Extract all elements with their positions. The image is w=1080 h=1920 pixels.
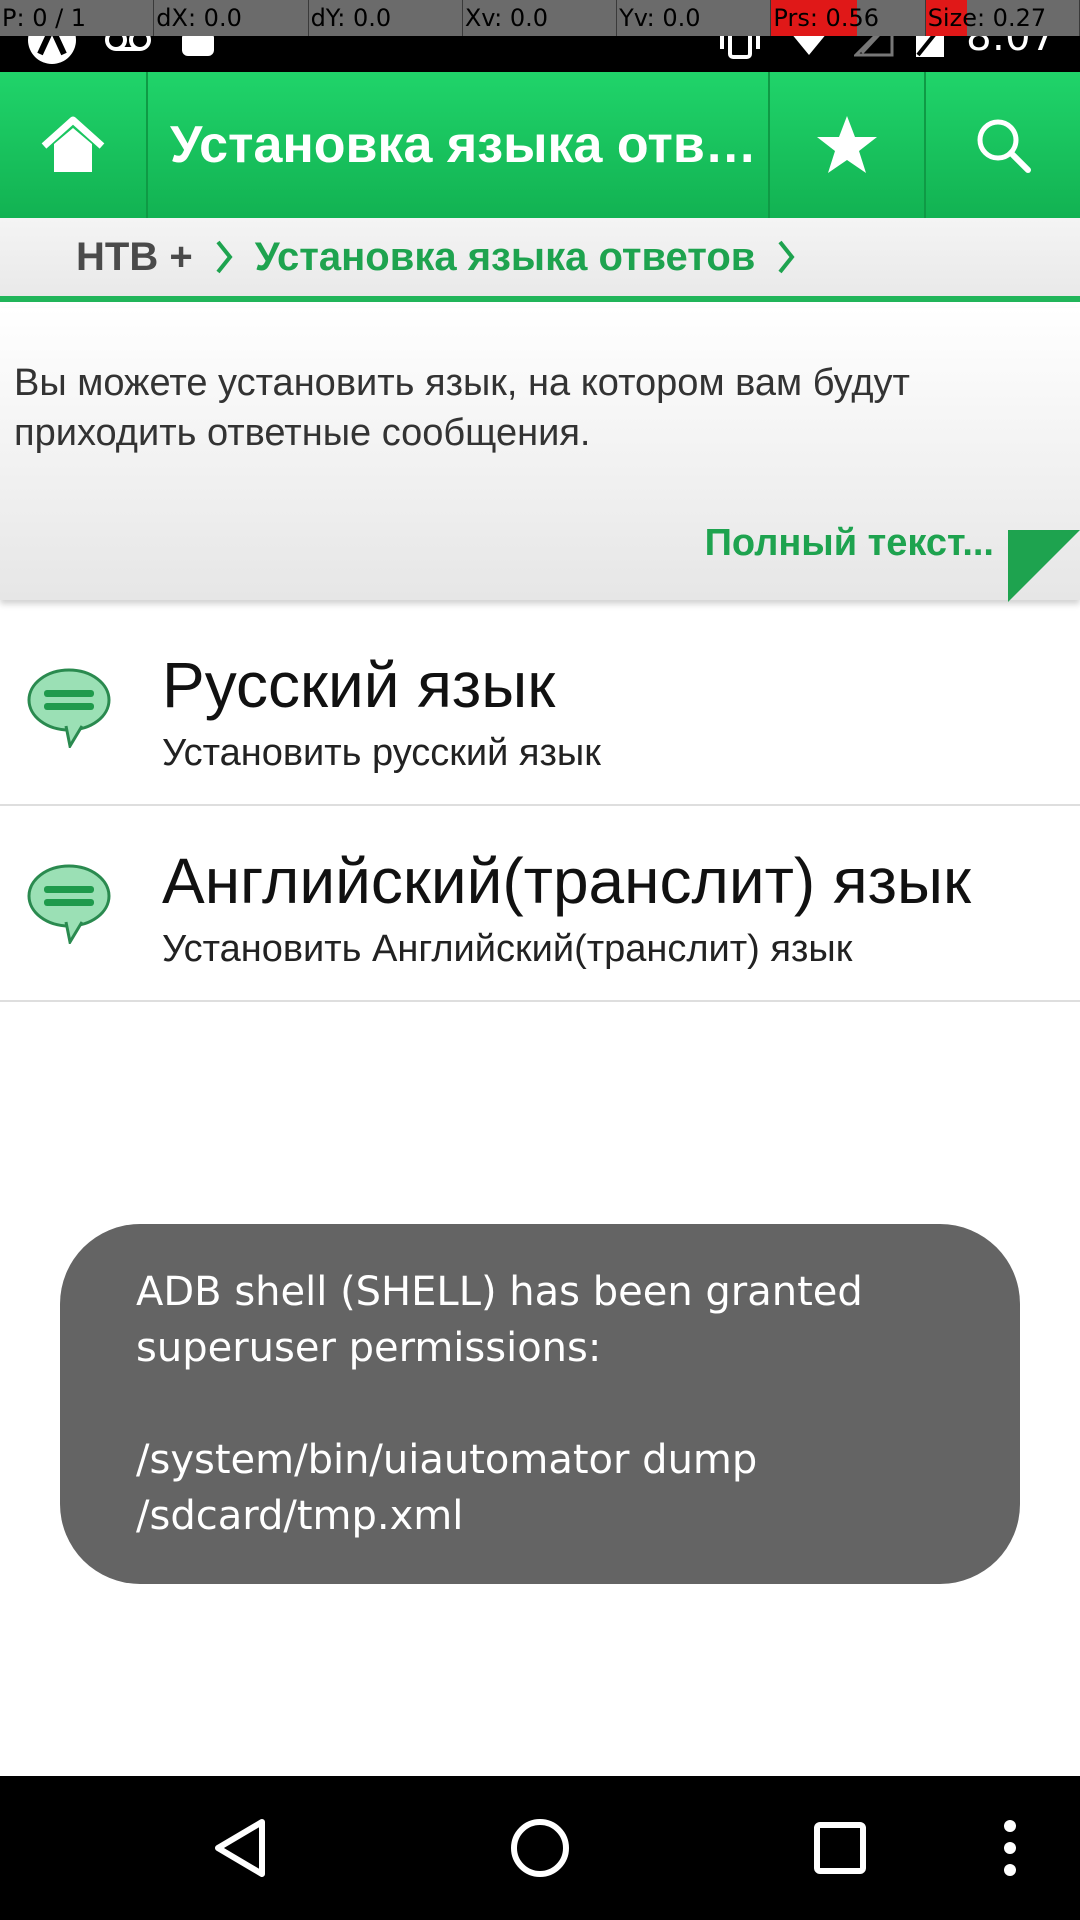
back-icon <box>215 1819 265 1877</box>
pointer-readout-label: dX: 0.0 <box>156 4 242 32</box>
menu-button[interactable] <box>980 1808 1040 1888</box>
recents-button[interactable] <box>800 1808 880 1888</box>
search-button[interactable] <box>924 72 1080 218</box>
pointer-readout: P: 0 / 1 <box>0 0 155 36</box>
star-icon <box>817 116 877 173</box>
toast-message: ADB shell (SHELL) has been granted super… <box>136 1269 863 1371</box>
page-title: Установка языка отв… <box>170 116 757 174</box>
chevron-right-icon <box>777 239 795 275</box>
breadcrumb-item-root[interactable]: НТВ + <box>76 235 193 280</box>
pointer-readout-label: Xv: 0.0 <box>464 4 549 32</box>
action-bar: Установка языка отв… <box>0 72 1080 218</box>
navigation-bar <box>0 1776 1080 1920</box>
language-list: Русский язык Установить русский язык Анг… <box>0 610 1080 1002</box>
chat-bubble-icon <box>27 864 111 944</box>
pointer-readout-label: Prs: 0.56 <box>773 4 879 32</box>
list-item-subtitle: Установить Английский(транслит) язык <box>162 928 853 970</box>
breadcrumb: НТВ + Установка языка ответов <box>0 218 1080 302</box>
chat-bubble-icon <box>27 668 111 748</box>
status-bar: 8:07 P: 0 / 1 dX: 0.0 dY: 0.0 Xv: 0.0 Yv: 0.… <box>0 0 1080 72</box>
list-item-subtitle: Установить русский язык <box>162 732 601 774</box>
pointer-readout-label: dY: 0.0 <box>310 4 392 32</box>
pointer-readout-label: P: 0 / 1 <box>2 4 87 32</box>
toast-command: /system/bin/uiautomator dump /sdcard/tmp… <box>136 1437 758 1539</box>
breadcrumb-item-current[interactable]: Установка языка ответов <box>255 235 756 280</box>
list-item-title: Английский(транслит) язык <box>162 845 971 917</box>
pointer-readout: dX: 0.0 <box>154 0 309 36</box>
pointer-readout: Yv: 0.0 <box>617 0 772 36</box>
circle-home-icon <box>511 1819 569 1877</box>
superuser-toast: ADB shell (SHELL) has been granted super… <box>60 1224 1020 1584</box>
pointer-readout-label: Size: 0.27 <box>927 4 1047 32</box>
pointer-readout-label: Yv: 0.0 <box>619 4 701 32</box>
overflow-menu-icon <box>1004 1820 1016 1876</box>
page-corner-icon <box>1008 530 1080 602</box>
pointer-readout: Xv: 0.0 <box>463 0 618 36</box>
pointer-readout: Prs: 0.56 <box>771 0 926 36</box>
square-recents-icon <box>814 1822 866 1874</box>
back-button[interactable] <box>200 1808 280 1888</box>
home-button[interactable] <box>0 72 148 218</box>
chevron-right-icon <box>215 239 233 275</box>
pointer-location-overlay: P: 0 / 1 dX: 0.0 dY: 0.0 Xv: 0.0 Yv: 0.0 Prs:… <box>0 0 1080 36</box>
pointer-readout: dY: 0.0 <box>309 0 463 36</box>
search-icon <box>977 119 1031 173</box>
description-panel: Вы можете установить язык, на котором ва… <box>0 308 1080 602</box>
home-icon <box>41 116 105 172</box>
full-text-link[interactable]: Полный текст... <box>705 522 994 565</box>
home-nav-button[interactable] <box>500 1808 580 1888</box>
description-text: Вы можете установить язык, на котором ва… <box>14 362 910 454</box>
list-item-title: Русский язык <box>162 649 556 721</box>
favorite-button[interactable] <box>768 72 924 218</box>
pointer-readout: Size: 0.27 <box>925 0 1080 36</box>
list-item-english[interactable]: Английский(транслит) язык Установить Анг… <box>0 806 1080 1002</box>
list-item-russian[interactable]: Русский язык Установить русский язык <box>0 610 1080 806</box>
